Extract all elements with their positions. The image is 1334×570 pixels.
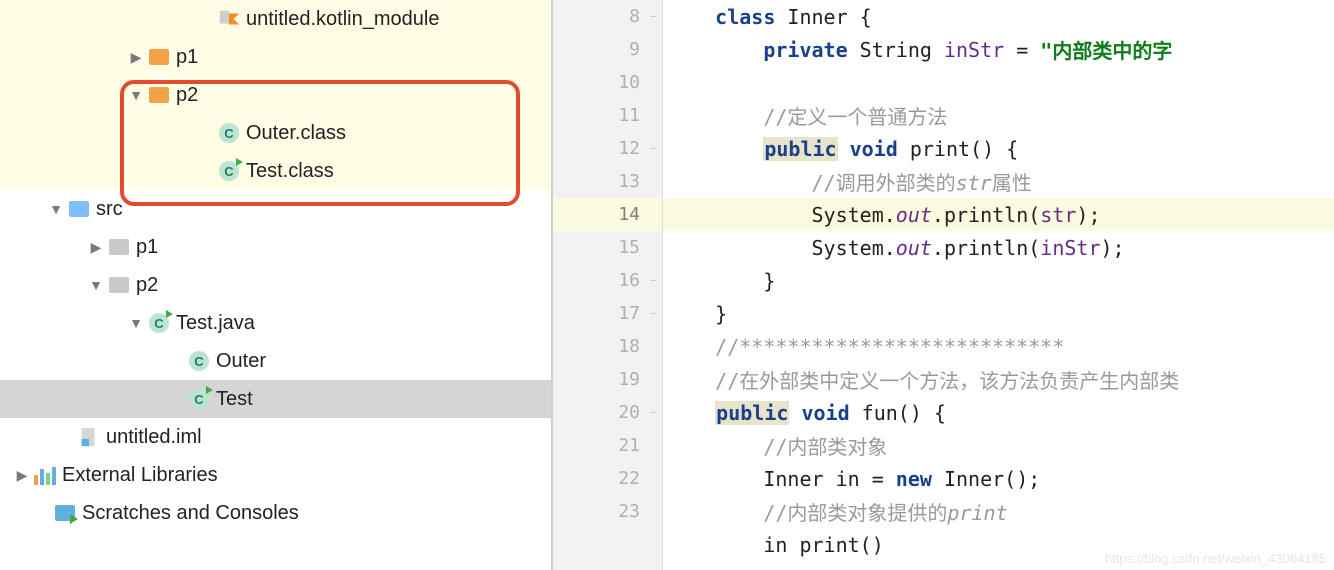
gutter-line-number[interactable]: 22 bbox=[553, 462, 662, 495]
code-editor[interactable]: class Inner { private String inStr = "内部… bbox=[663, 0, 1334, 570]
folder-icon bbox=[66, 201, 92, 217]
tree-item-label: untitled.kotlin_module bbox=[242, 8, 439, 31]
gutter-line-number[interactable]: 17– bbox=[553, 297, 662, 330]
gutter-line-number[interactable]: 21 bbox=[553, 429, 662, 462]
expand-arrow-icon: ▶ bbox=[56, 429, 76, 446]
folder-icon bbox=[106, 239, 132, 255]
tree-item-external-libraries[interactable]: ▶ External Libraries bbox=[0, 456, 551, 494]
gutter-line-number[interactable]: 23 bbox=[553, 495, 662, 528]
collapse-arrow-icon[interactable]: ▼ bbox=[126, 87, 146, 103]
tree-item-outer[interactable]: ▶ C Outer bbox=[0, 342, 551, 380]
gutter-line-number[interactable]: 9 bbox=[553, 33, 662, 66]
expand-arrow-icon[interactable]: ▶ bbox=[126, 49, 146, 66]
fold-toggle-icon[interactable]: – bbox=[647, 308, 659, 320]
tree-item-p2-src[interactable]: ▼ p2 bbox=[0, 266, 551, 304]
tree-item-label: p1 bbox=[132, 236, 158, 259]
code-line: //定义一个普通方法 bbox=[663, 99, 1334, 132]
class-run-icon: C bbox=[216, 161, 242, 181]
tree-item-p1-build[interactable]: ▶ p1 bbox=[0, 38, 551, 76]
code-line: public void fun() { bbox=[663, 396, 1334, 429]
gutter-line-number[interactable]: 18 bbox=[553, 330, 662, 363]
tree-item-p1-src[interactable]: ▶ p1 bbox=[0, 228, 551, 266]
fold-toggle-icon[interactable]: – bbox=[647, 407, 659, 419]
expand-arrow-icon[interactable]: ▶ bbox=[12, 467, 32, 484]
editor-gutter[interactable]: 8–9101112–13141516–17–181920–212223 bbox=[553, 0, 663, 570]
gutter-line-number[interactable]: 13 bbox=[553, 165, 662, 198]
tree-item-test[interactable]: ▶ C Test bbox=[0, 380, 551, 418]
folder-icon bbox=[146, 87, 172, 103]
expand-arrow-icon: ▶ bbox=[196, 11, 216, 28]
tree-item-kotlin-module[interactable]: ▶ untitled.kotlin_module bbox=[0, 0, 551, 38]
code-line: //*************************** bbox=[663, 330, 1334, 363]
code-line: class Inner { bbox=[663, 0, 1334, 33]
gutter-line-number[interactable]: 16– bbox=[553, 264, 662, 297]
gutter-line-number[interactable]: 20– bbox=[553, 396, 662, 429]
tree-item-label: Outer.class bbox=[242, 122, 346, 145]
kotlin-module-icon bbox=[216, 8, 242, 30]
java-class-icon: C bbox=[146, 313, 172, 333]
fold-toggle-icon[interactable]: – bbox=[647, 275, 659, 287]
collapse-arrow-icon[interactable]: ▼ bbox=[126, 315, 146, 331]
tree-item-label: untitled.iml bbox=[102, 426, 202, 449]
tree-item-label: Scratches and Consoles bbox=[78, 502, 299, 525]
expand-arrow-icon[interactable]: ▶ bbox=[86, 239, 106, 256]
tree-item-label: p1 bbox=[172, 46, 198, 69]
tree-item-label: p2 bbox=[172, 84, 198, 107]
class-icon: C bbox=[186, 351, 212, 371]
tree-item-label: src bbox=[92, 198, 123, 221]
tree-item-label: Outer bbox=[212, 350, 266, 373]
gutter-line-number[interactable] bbox=[553, 528, 662, 561]
tree-item-label: p2 bbox=[132, 274, 158, 297]
folder-icon bbox=[146, 49, 172, 65]
tree-item-test-java[interactable]: ▼ C Test.java bbox=[0, 304, 551, 342]
code-line bbox=[663, 66, 1334, 99]
tree-item-p2-build[interactable]: ▼ p2 bbox=[0, 76, 551, 114]
code-line: //内部类对象提供的print bbox=[663, 495, 1334, 528]
gutter-line-number[interactable]: 10 bbox=[553, 66, 662, 99]
gutter-line-number[interactable]: 19 bbox=[553, 363, 662, 396]
tree-item-label: Test bbox=[212, 388, 253, 411]
tree-item-scratches[interactable]: ▶ Scratches and Consoles bbox=[0, 494, 551, 532]
watermark-text: https://blog.csdn.net/weixin_43064185 bbox=[1105, 551, 1326, 566]
tree-item-iml[interactable]: ▶ untitled.iml bbox=[0, 418, 551, 456]
expand-arrow-icon: ▶ bbox=[166, 391, 186, 408]
expand-arrow-icon: ▶ bbox=[196, 163, 216, 180]
code-line: //内部类对象 bbox=[663, 429, 1334, 462]
folder-icon bbox=[106, 277, 132, 293]
expand-arrow-icon: ▶ bbox=[196, 125, 216, 142]
code-line: //调用外部类的str属性 bbox=[663, 165, 1334, 198]
expand-arrow-icon: ▶ bbox=[32, 505, 52, 522]
gutter-line-number[interactable]: 12– bbox=[553, 132, 662, 165]
project-tree[interactable]: ▶ untitled.kotlin_module ▶ p1 ▼ p2 ▶ C O… bbox=[0, 0, 553, 570]
code-line: private String inStr = "内部类中的字 bbox=[663, 33, 1334, 66]
code-line-active: System.out.println(str); bbox=[663, 198, 1334, 231]
gutter-line-number[interactable]: 8– bbox=[553, 0, 662, 33]
code-line: Inner in = new Inner(); bbox=[663, 462, 1334, 495]
tree-item-src[interactable]: ▼ src bbox=[0, 190, 551, 228]
collapse-arrow-icon[interactable]: ▼ bbox=[46, 201, 66, 217]
code-line: public void print() { bbox=[663, 132, 1334, 165]
gutter-line-number[interactable]: 14 bbox=[553, 198, 662, 231]
fold-toggle-icon[interactable]: – bbox=[647, 11, 659, 23]
library-icon bbox=[32, 465, 58, 485]
tree-item-label: Test.java bbox=[172, 312, 255, 335]
code-line: } bbox=[663, 297, 1334, 330]
tree-item-outer-class[interactable]: ▶ C Outer.class bbox=[0, 114, 551, 152]
scratches-icon bbox=[52, 505, 78, 521]
code-line: System.out.println(inStr); bbox=[663, 231, 1334, 264]
fold-toggle-icon[interactable]: – bbox=[647, 143, 659, 155]
code-line: //在外部类中定义一个方法，该方法负责产生内部类 bbox=[663, 363, 1334, 396]
gutter-line-number[interactable]: 15 bbox=[553, 231, 662, 264]
tree-item-label: Test.class bbox=[242, 160, 334, 183]
tree-item-test-class[interactable]: ▶ C Test.class bbox=[0, 152, 551, 190]
expand-arrow-icon: ▶ bbox=[166, 353, 186, 370]
iml-icon bbox=[76, 426, 102, 448]
app-root: ▶ untitled.kotlin_module ▶ p1 ▼ p2 ▶ C O… bbox=[0, 0, 1334, 570]
gutter-line-number[interactable]: 11 bbox=[553, 99, 662, 132]
class-icon: C bbox=[216, 123, 242, 143]
class-run-icon: C bbox=[186, 389, 212, 409]
collapse-arrow-icon[interactable]: ▼ bbox=[86, 277, 106, 293]
tree-item-label: External Libraries bbox=[58, 464, 218, 487]
code-line: } bbox=[663, 264, 1334, 297]
